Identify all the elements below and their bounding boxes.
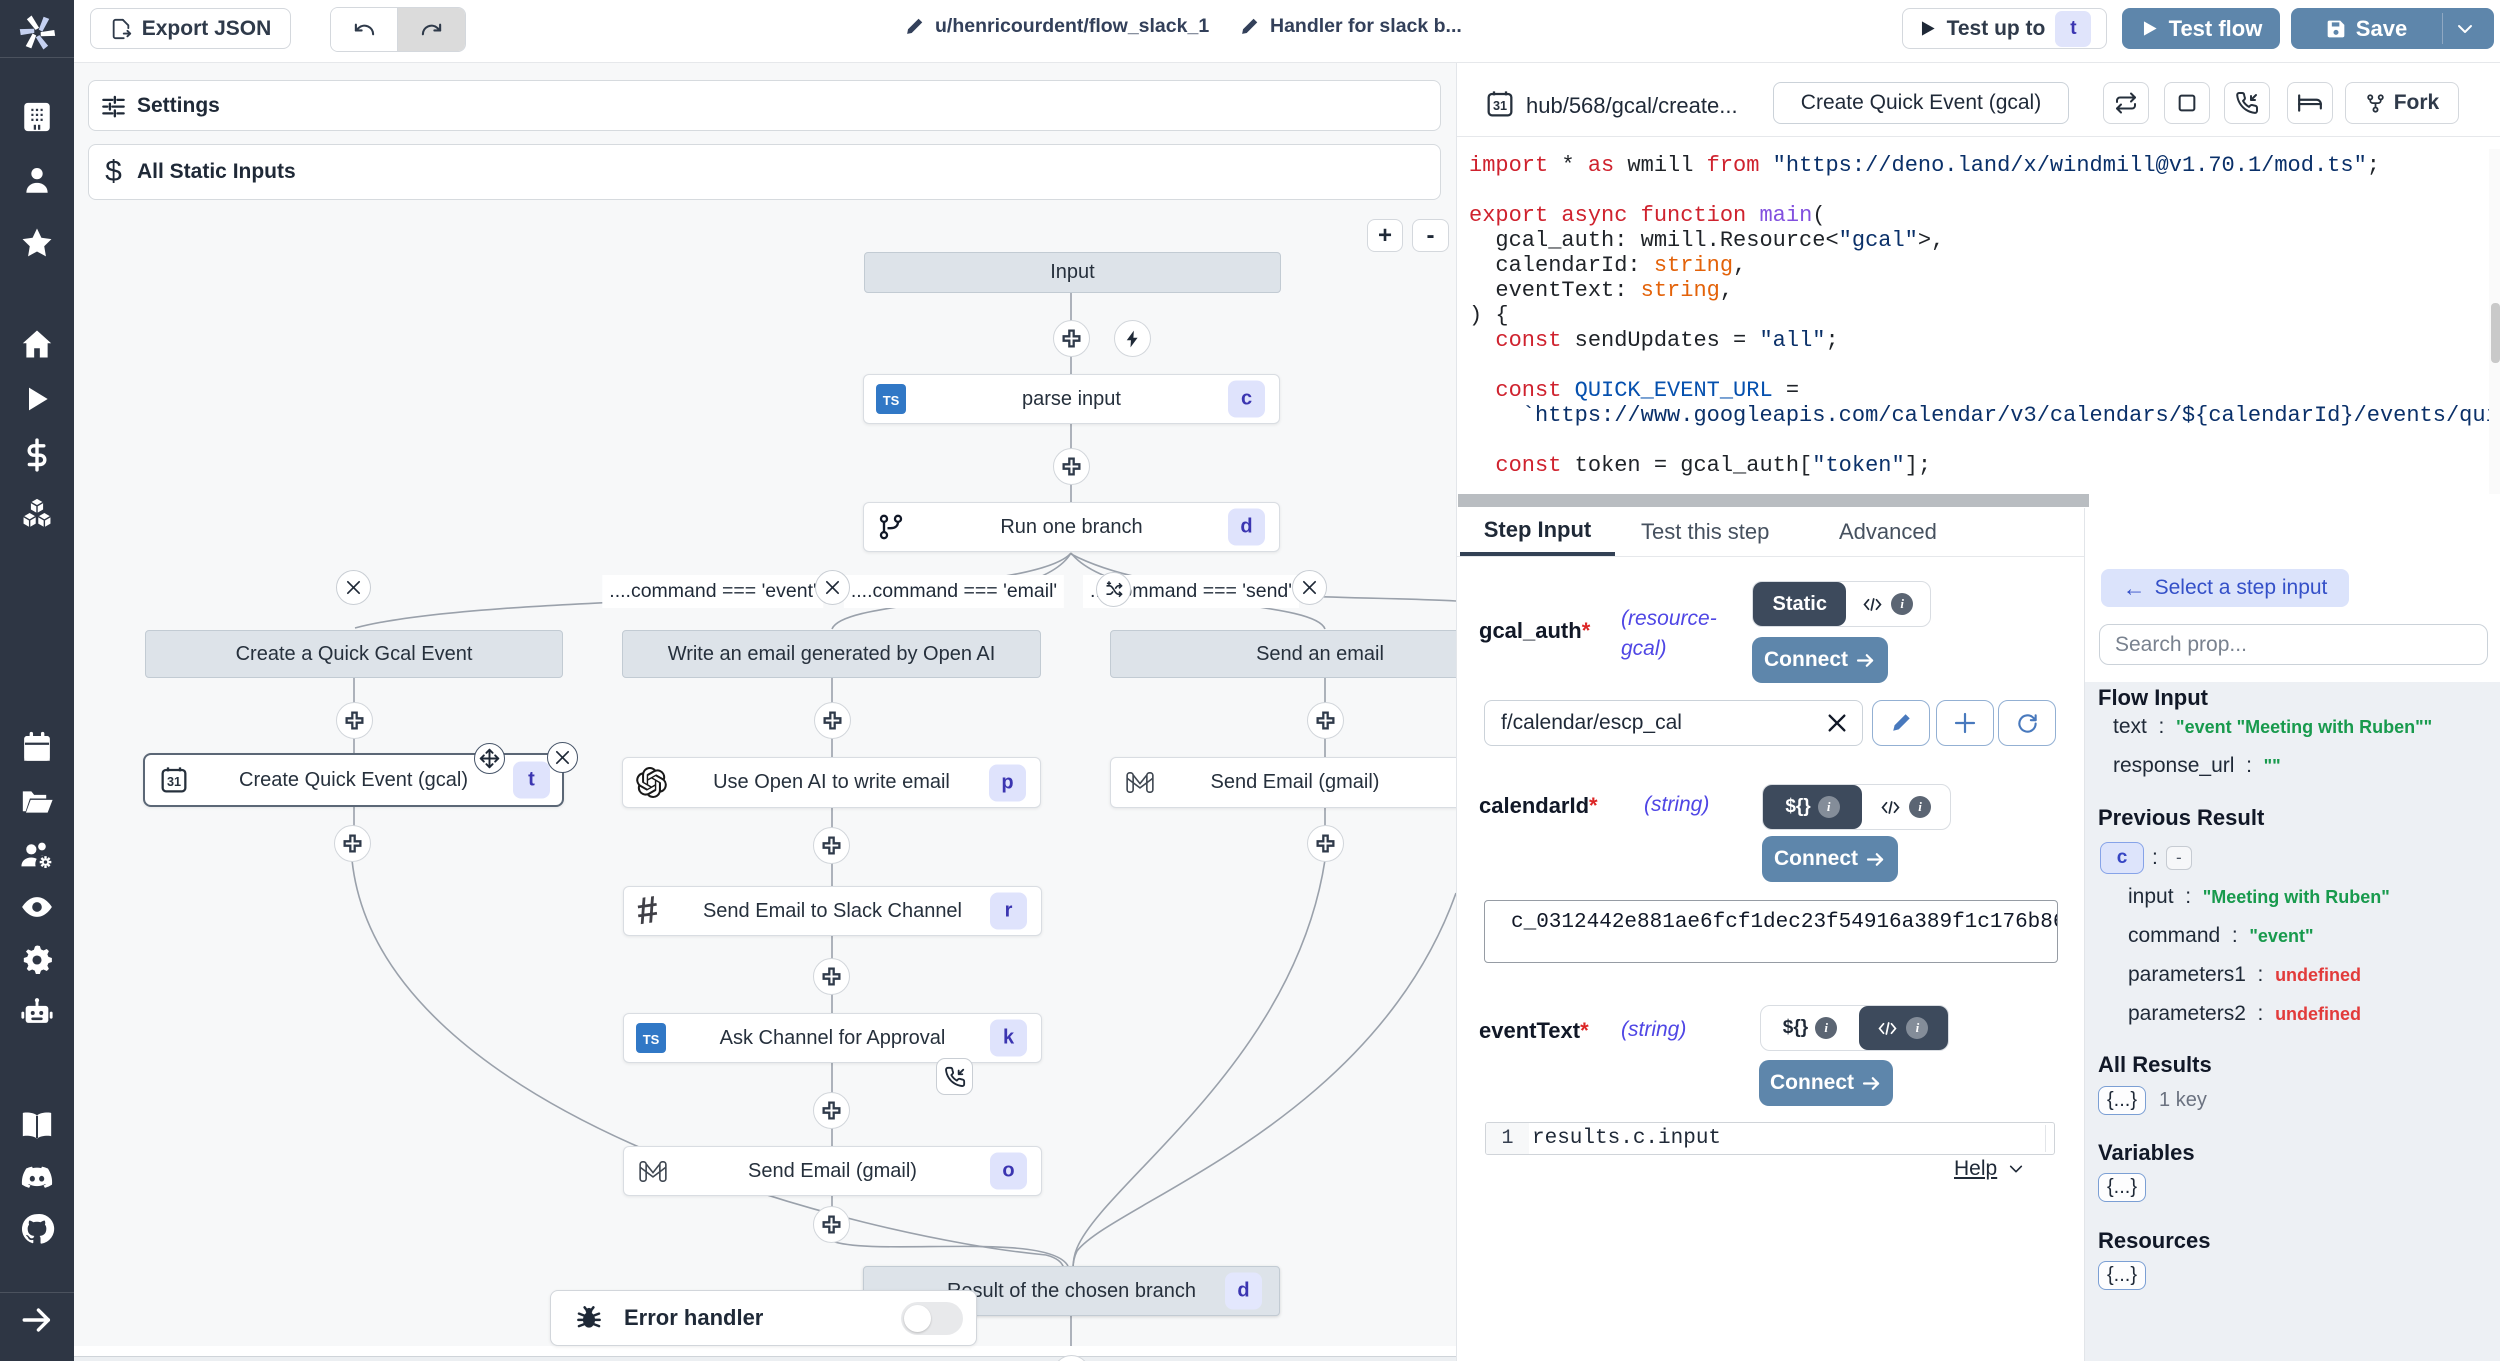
svg-text:31: 31 <box>1493 99 1507 113</box>
svg-text:31: 31 <box>167 775 181 789</box>
svg-text:TS: TS <box>643 1032 660 1047</box>
svg-text:TS: TS <box>883 393 900 408</box>
